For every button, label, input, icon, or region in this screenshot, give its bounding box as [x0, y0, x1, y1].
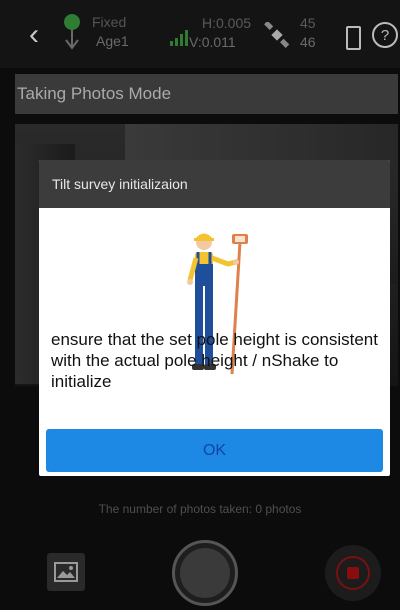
tilt-init-dialog: Tilt survey initializaion ensure that th…	[39, 160, 390, 476]
dialog-message: ensure that the set pole height is consi…	[51, 330, 378, 391]
shutter-button[interactable]	[172, 540, 238, 606]
stop-square-icon	[347, 567, 359, 579]
photo-count: The number of photos taken: 0 photos	[98, 502, 302, 516]
signal-strength-icon	[170, 30, 188, 46]
shutter-inner	[180, 548, 230, 598]
ok-button[interactable]: OK	[46, 429, 383, 472]
status-bar: ‹ Fixed Age1 H:0.005 V:0.011 45 46 ?	[0, 0, 400, 68]
dialog-title: Tilt survey initializaion	[52, 176, 188, 192]
fix-status: Fixed	[92, 14, 127, 30]
help-icon[interactable]: ?	[372, 22, 398, 48]
help-glyph: ?	[380, 26, 390, 44]
camera-sky	[125, 124, 398, 164]
mode-header: Taking Photos Mode	[15, 74, 398, 114]
dialog-title-bar: Tilt survey initializaion	[39, 160, 390, 208]
satellite-icon	[264, 22, 290, 48]
chevron-left-icon: ‹	[29, 18, 39, 51]
back-button[interactable]: ‹	[20, 18, 48, 52]
satellites-used: 45	[300, 15, 316, 31]
horizontal-precision: H:0.005	[202, 15, 252, 31]
satellites-total: 46	[300, 34, 316, 50]
record-button[interactable]	[325, 545, 381, 601]
mode-title: Taking Photos Mode	[17, 84, 172, 103]
gnss-fix-icon	[64, 14, 80, 50]
record-ring-icon	[336, 556, 370, 590]
vertical-precision: V:0.011	[189, 34, 236, 50]
image-icon	[54, 562, 78, 582]
gallery-button[interactable]	[47, 553, 85, 591]
age-value: Age1	[96, 33, 129, 49]
device-icon[interactable]	[346, 26, 361, 50]
